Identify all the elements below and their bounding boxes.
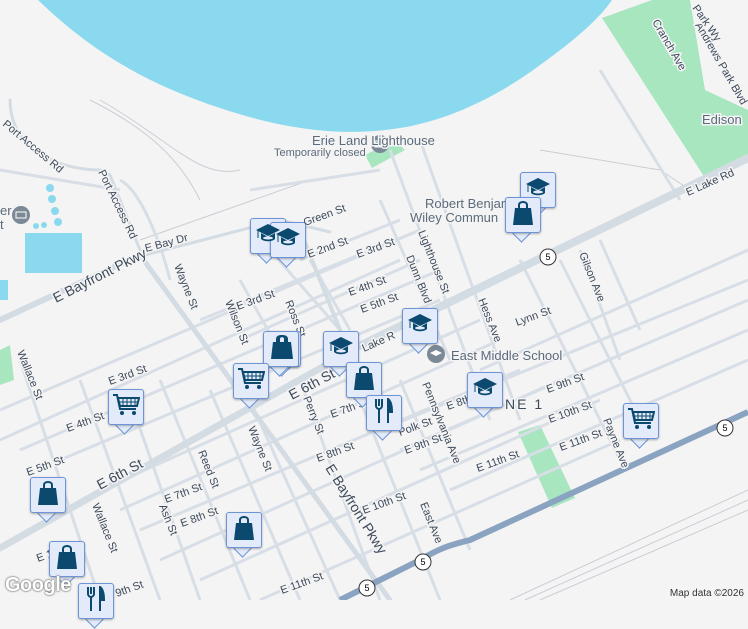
svg-text:Port Access Rd: Port Access Rd	[95, 168, 139, 241]
school-icon	[328, 336, 354, 363]
map-marker-school[interactable]	[402, 308, 438, 354]
route-shield: 5	[716, 419, 734, 437]
svg-text:5: 5	[722, 423, 727, 433]
map-marker-shopping-bag[interactable]	[505, 197, 541, 243]
place-label-left-1: er	[0, 203, 12, 218]
place-label-left-2: t	[0, 217, 4, 232]
place-status-lighthouse: Temporarily closed	[274, 147, 366, 159]
restaurant-icon	[86, 584, 106, 617]
shopping-bag-icon	[512, 200, 534, 231]
map-marker-shopping-cart[interactable]	[623, 403, 659, 449]
svg-text:E 3rd St: E 3rd St	[355, 236, 396, 261]
shopping-cart-icon	[627, 407, 656, 436]
museum-icon	[12, 206, 30, 224]
marker-badge	[49, 541, 85, 577]
svg-text:E 10th St: E 10th St	[361, 490, 408, 517]
marker-badge	[226, 512, 262, 548]
park-area	[0, 345, 14, 385]
shopping-cart-icon	[112, 393, 141, 422]
svg-text:5: 5	[364, 583, 369, 593]
place-label-wiley-2[interactable]: Wiley Commun	[409, 209, 500, 227]
shopping-bag-icon	[270, 334, 292, 365]
shopping-cart-icon	[237, 367, 266, 396]
marker-badge	[108, 389, 144, 425]
map-marker-shopping-bag[interactable]	[226, 512, 262, 558]
marker-badge	[30, 477, 66, 513]
restaurant-icon	[374, 396, 394, 429]
svg-text:E 8th St: E 8th St	[179, 505, 220, 530]
zone-label: NE 1	[505, 396, 544, 412]
map-marker-school[interactable]	[270, 222, 306, 268]
svg-text:E Bay Dr: E Bay Dr	[144, 232, 190, 255]
svg-text:East Ave: East Ave	[417, 501, 444, 546]
map-marker-school[interactable]	[467, 372, 503, 418]
route-shield: 5	[414, 553, 432, 571]
route-shield: 5	[358, 579, 376, 597]
svg-text:E 7th St: E 7th St	[163, 481, 204, 506]
svg-text:Wallace St: Wallace St	[89, 502, 120, 555]
place-label-east-middle-school[interactable]: East Middle School	[450, 347, 564, 365]
map-marker-restaurant[interactable]	[78, 583, 114, 629]
google-logo[interactable]: Google	[5, 574, 71, 597]
marker-badge	[467, 372, 503, 408]
route-shield: 5	[539, 248, 557, 266]
school-icon	[472, 377, 498, 404]
map-marker-shopping-cart[interactable]	[108, 389, 144, 435]
svg-text:Lynn St: Lynn St	[514, 305, 553, 329]
shopping-bag-icon	[233, 515, 255, 546]
marker-badge	[505, 197, 541, 233]
school-icon	[407, 313, 433, 340]
svg-text:Ash St: Ash St	[156, 503, 179, 538]
shopping-bag-icon	[353, 365, 375, 396]
svg-text:E 10th St: E 10th St	[547, 399, 594, 426]
svg-text:E 9th St: E 9th St	[545, 371, 586, 396]
svg-text:5: 5	[545, 252, 550, 262]
marker-badge	[78, 583, 114, 619]
place-label-lighthouse[interactable]: Erie Land Lighthouse	[311, 132, 437, 150]
shopping-bag-icon	[37, 480, 59, 511]
svg-text:5: 5	[420, 557, 425, 567]
svg-text:Gilson Ave: Gilson Ave	[576, 251, 607, 304]
place-label-edison[interactable]: Edison	[701, 111, 744, 129]
shopping-bag-icon	[56, 544, 78, 575]
svg-text:Port Access Rd: Port Access Rd	[0, 118, 65, 176]
map-canvas[interactable]: 5 5 5 5 Erie Land Lighthouse Temporarily…	[0, 0, 748, 600]
marker-badge	[366, 395, 402, 431]
marker-badge	[402, 308, 438, 344]
svg-text:9th St: 9th St	[114, 579, 145, 600]
park-area	[602, 0, 748, 178]
map-attribution[interactable]: Map data ©2026	[665, 587, 748, 600]
map-marker-shopping-cart[interactable]	[233, 363, 269, 409]
lake-erie-water	[38, 0, 612, 132]
svg-text:Perry St: Perry St	[300, 395, 326, 436]
marker-badge	[346, 362, 382, 398]
map-marker-shopping-bag[interactable]	[30, 477, 66, 523]
school-icon	[275, 227, 301, 254]
marker-badge	[233, 363, 269, 399]
svg-text:E 11th St: E 11th St	[279, 570, 325, 596]
map-marker-restaurant[interactable]	[366, 395, 402, 441]
svg-text:Green St: Green St	[302, 202, 347, 228]
marker-badge	[270, 222, 306, 258]
svg-text:Wallace St: Wallace St	[14, 349, 45, 402]
svg-text:E 2nd St: E 2nd St	[306, 235, 350, 261]
marker-badge	[623, 403, 659, 439]
